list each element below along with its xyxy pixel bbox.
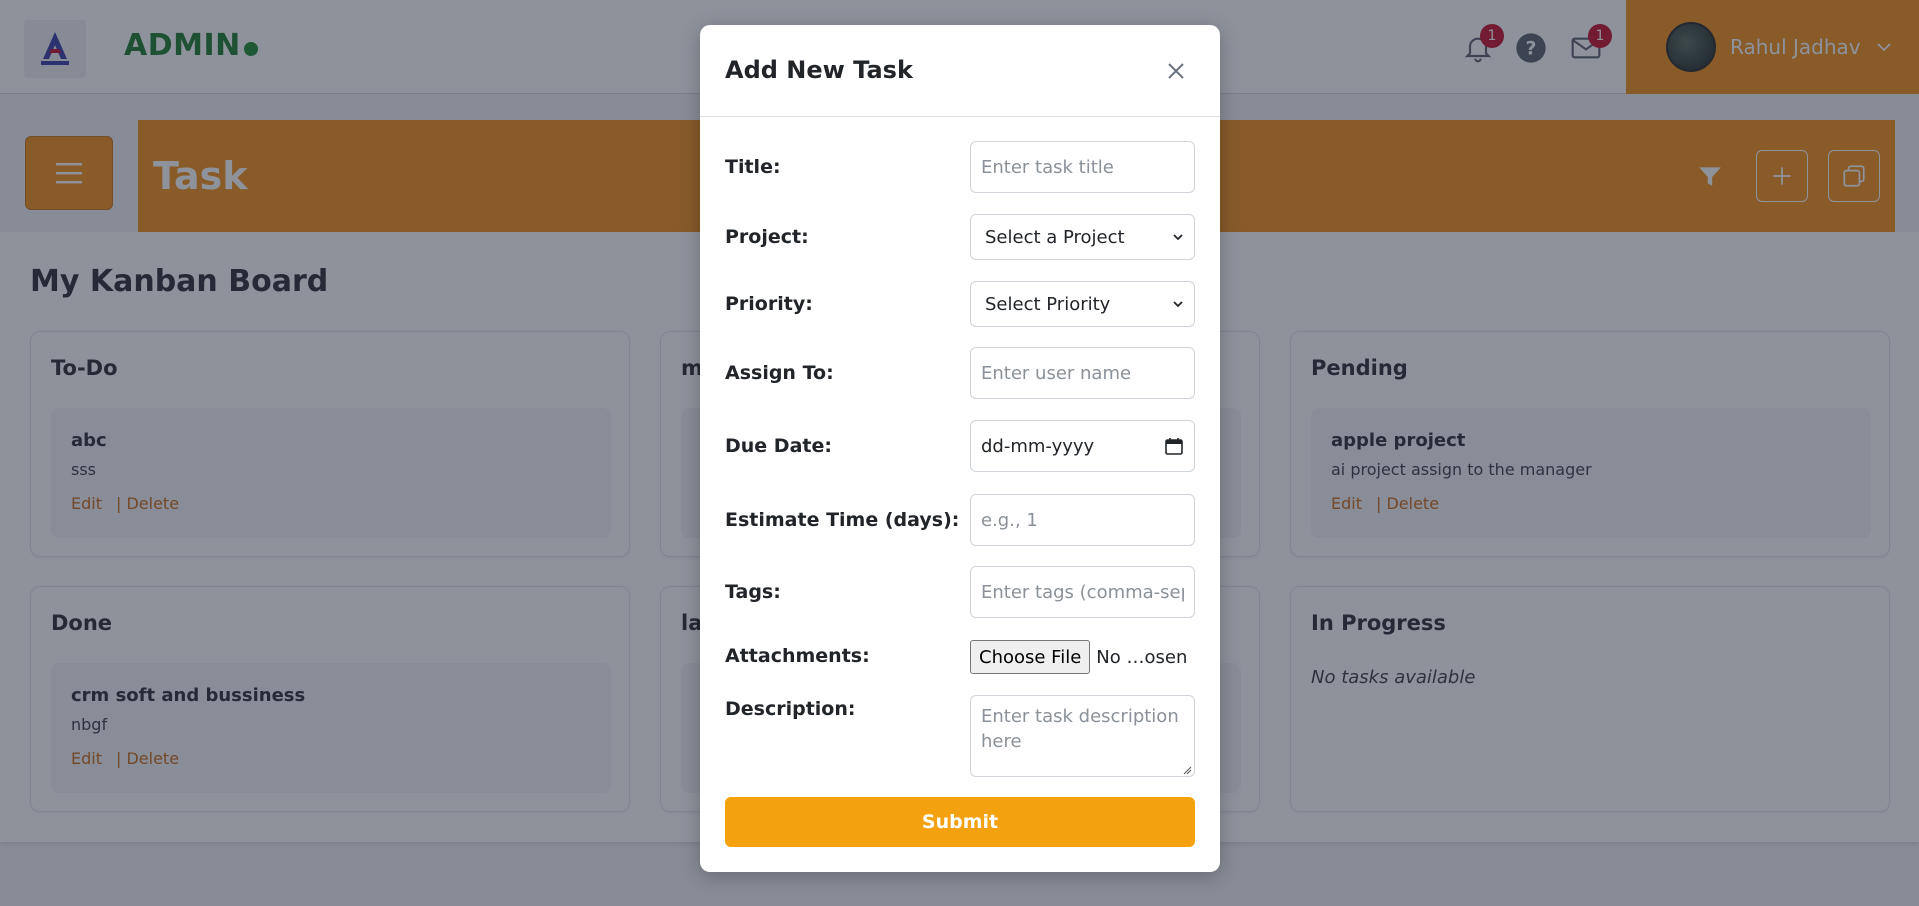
resize-grip-icon[interactable] bbox=[1182, 765, 1192, 775]
close-icon bbox=[1168, 63, 1184, 79]
title-input[interactable] bbox=[970, 141, 1195, 193]
description-textarea[interactable] bbox=[970, 695, 1195, 777]
description-label: Description: bbox=[725, 698, 856, 720]
priority-select[interactable]: Select Priority bbox=[970, 281, 1195, 327]
assign-to-input[interactable] bbox=[970, 347, 1195, 399]
tags-label: Tags: bbox=[725, 581, 781, 603]
submit-button[interactable]: Submit bbox=[725, 797, 1195, 847]
due-date-value: dd-mm-yyyy bbox=[981, 435, 1095, 457]
priority-select-value: Select Priority bbox=[985, 293, 1111, 315]
modal-title: Add New Task bbox=[725, 56, 913, 84]
estimate-time-label: Estimate Time (days): bbox=[725, 509, 960, 531]
estimate-time-input[interactable] bbox=[970, 494, 1195, 546]
due-date-input[interactable]: dd-mm-yyyy bbox=[970, 420, 1195, 472]
project-select[interactable]: Select a Project bbox=[970, 214, 1195, 260]
attachments-input: Choose File No …osen bbox=[970, 640, 1195, 674]
priority-label: Priority: bbox=[725, 293, 813, 315]
tags-input[interactable] bbox=[970, 566, 1195, 618]
chevron-down-icon bbox=[1173, 234, 1183, 241]
attachments-label: Attachments: bbox=[725, 645, 870, 667]
project-label: Project: bbox=[725, 226, 809, 248]
add-task-modal: Add New Task Title: Project: Select a Pr… bbox=[700, 25, 1220, 872]
assign-to-label: Assign To: bbox=[725, 362, 834, 384]
project-select-value: Select a Project bbox=[985, 226, 1125, 248]
choose-file-button[interactable]: Choose File bbox=[970, 640, 1091, 674]
close-button[interactable] bbox=[1160, 55, 1192, 87]
file-status: No …osen bbox=[1096, 646, 1188, 668]
chevron-down-icon bbox=[1173, 301, 1183, 308]
title-label: Title: bbox=[725, 156, 781, 178]
modal-header: Add New Task bbox=[700, 25, 1220, 117]
due-date-label: Due Date: bbox=[725, 435, 832, 457]
calendar-icon[interactable] bbox=[1164, 436, 1184, 456]
